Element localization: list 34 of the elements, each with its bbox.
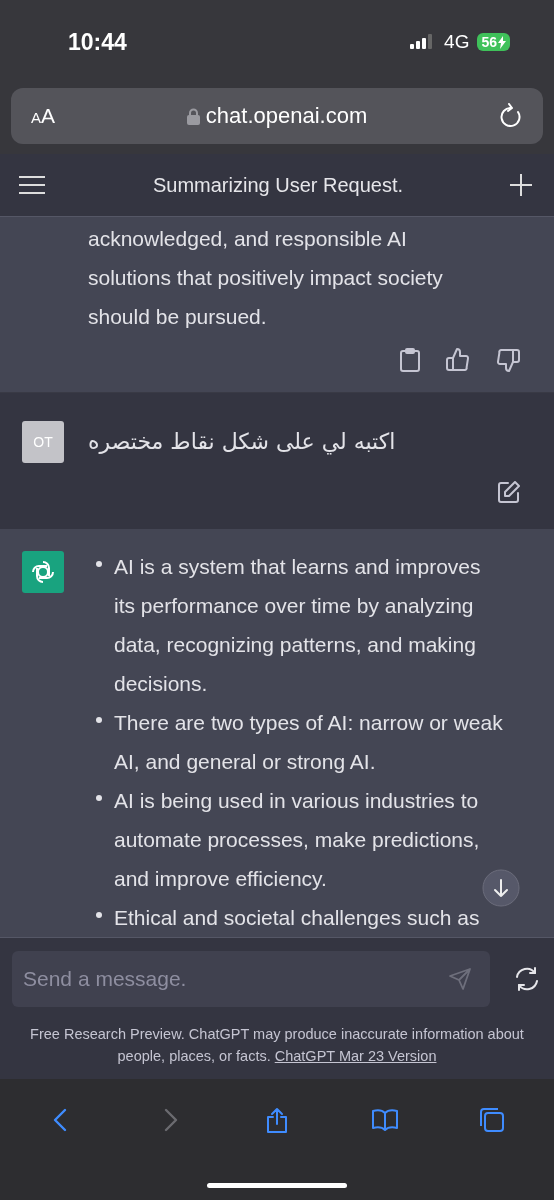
clipboard-icon[interactable] — [400, 348, 420, 372]
assistant-logo-icon — [22, 551, 64, 593]
bullet-icon — [96, 561, 102, 567]
book-icon[interactable] — [371, 1107, 398, 1133]
bullet-icon — [96, 795, 102, 801]
message-text: اكتبه لي على شكل نقاط مختصره — [88, 428, 396, 457]
message-input[interactable]: Send a message. — [12, 951, 490, 1007]
share-icon[interactable] — [264, 1107, 290, 1133]
edit-icon[interactable] — [498, 481, 520, 503]
battery-indicator: 56 — [477, 33, 510, 51]
message-text: acknowledged, and responsible AI solutions that positively impact society should be pursued. — [88, 226, 444, 330]
url-text: chat.openai.com — [205, 103, 368, 129]
scroll-down-button[interactable] — [482, 869, 520, 907]
version-link[interactable]: ChatGPT Mar 23 Version — [274, 1048, 437, 1064]
network-label: 4G — [444, 31, 470, 53]
address-bar[interactable]: AA chat.openai.com — [11, 88, 543, 144]
bullet-icon — [96, 717, 102, 723]
thumbs-down-icon[interactable] — [496, 348, 520, 372]
menu-icon[interactable] — [18, 175, 46, 195]
bullet-icon — [96, 912, 102, 918]
disclaimer-text: Free Research Preview. ChatGPT may produce inaccurate information about people, places, or facts. ChatGPT Mar 23 Version — [29, 1025, 525, 1066]
reload-icon[interactable] — [499, 103, 523, 129]
bullet-text: AI is being used in various industries to automate processes, make predictions, and improve efficiency. — [114, 788, 481, 892]
user-avatar: OT — [22, 421, 64, 463]
plus-icon[interactable] — [510, 174, 532, 196]
page-title: Summarizing User Request. — [152, 173, 404, 197]
tabs-icon[interactable] — [479, 1107, 506, 1133]
bullet-text: AI is a system that learns and improves its performance over time by analyzing data, recognizing patterns, and making decisions. — [114, 554, 482, 697]
thumbs-up-icon[interactable] — [446, 348, 470, 372]
regenerate-icon[interactable] — [514, 967, 540, 991]
text-size-button[interactable]: AA — [31, 104, 56, 128]
bullet-text: Ethical and societal challenges such as — [114, 905, 481, 931]
bullet-text: There are two types of AI: narrow or weak AI, and general or strong AI. — [114, 710, 504, 775]
clock-time: 10:44 — [68, 28, 127, 56]
